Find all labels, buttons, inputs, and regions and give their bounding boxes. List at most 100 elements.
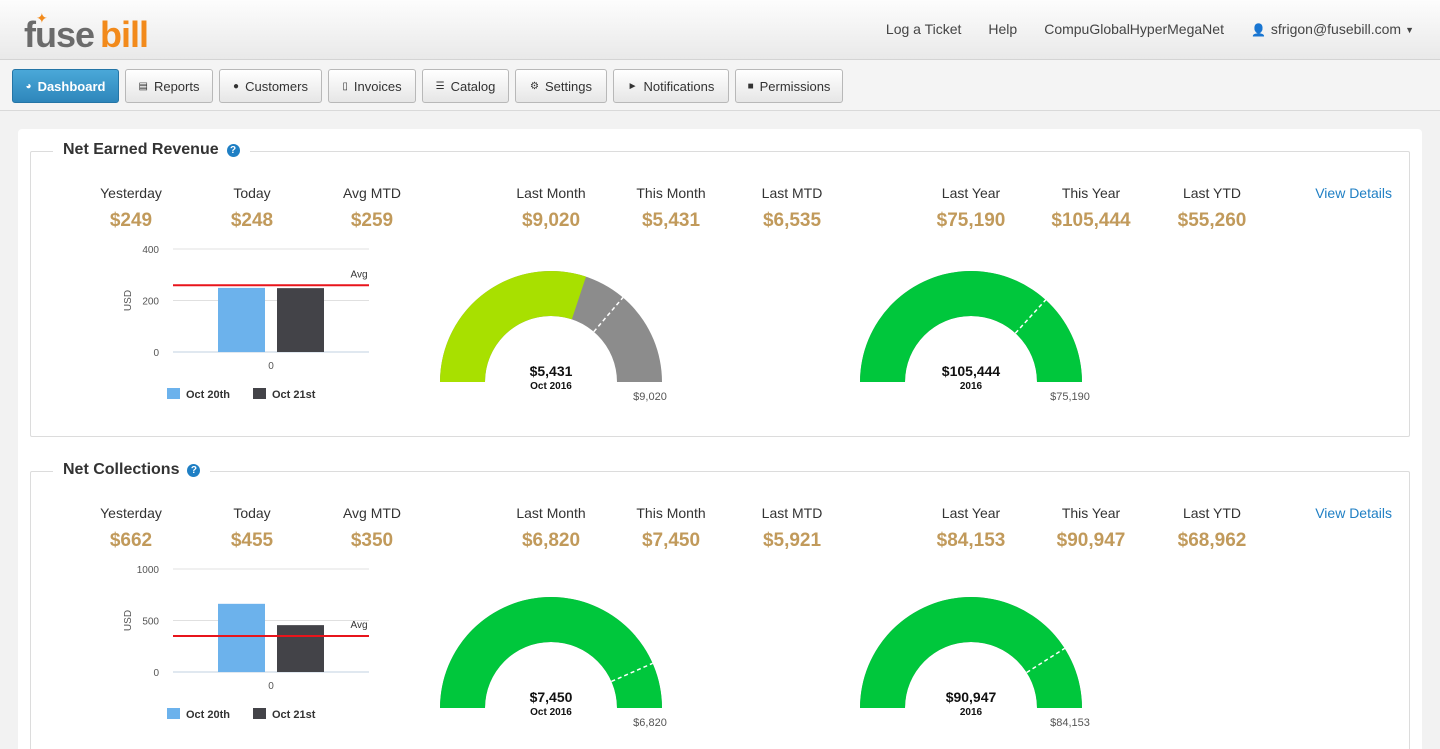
help-icon[interactable]: ? bbox=[226, 144, 240, 157]
nav-label: Permissions bbox=[759, 78, 831, 94]
panel-title: Net Collections? bbox=[53, 461, 211, 479]
nav-permissions-button[interactable]: ■ Permissions bbox=[735, 69, 843, 103]
nav-invoices-button[interactable]: ▯ Invoices bbox=[328, 69, 416, 103]
stat-value: $55,260 bbox=[1177, 210, 1247, 231]
nav-reports-button[interactable]: ▤ Reports bbox=[125, 69, 213, 103]
nav-label: Notifications bbox=[643, 78, 715, 94]
stat-value: $350 bbox=[350, 530, 394, 551]
nav-catalog-button[interactable]: ☰ Catalog bbox=[422, 69, 509, 103]
gauge-center-value: $5,431 bbox=[530, 363, 573, 379]
stat-value: $105,444 bbox=[1051, 210, 1131, 231]
stat-value: $7,450 bbox=[641, 530, 701, 551]
y-tick-label: 200 bbox=[142, 297, 159, 308]
gauge-chart: $90,947 2016 $84,153 bbox=[860, 597, 1090, 729]
user-icon: ● bbox=[233, 80, 240, 92]
nav-label: Customers bbox=[245, 78, 308, 94]
user-menu[interactable]: 👤 sfrigon@fusebill.com ▼ bbox=[1251, 21, 1414, 37]
stat-label: This Month bbox=[636, 185, 706, 201]
document-icon: ▯ bbox=[342, 80, 348, 92]
stat-label: Last Year bbox=[941, 185, 1001, 201]
logo-bill-text: bill bbox=[100, 14, 149, 55]
dashboard-content: Net Earned Revenue? Yesterday $249 Today $24… bbox=[18, 129, 1422, 749]
fusebill-logo[interactable]: ✦ fuse bill bbox=[24, 10, 164, 55]
view-details-link[interactable]: View Details bbox=[1315, 505, 1392, 521]
bar-oct-21st bbox=[277, 288, 324, 352]
nav-label: Dashboard bbox=[37, 78, 106, 94]
stat-label: Today bbox=[233, 505, 271, 521]
help-link[interactable]: Help bbox=[988, 21, 1017, 37]
nav-settings-button[interactable]: ⚙ Settings bbox=[515, 69, 607, 103]
avg-label: Avg bbox=[350, 269, 367, 280]
stat-value: $455 bbox=[230, 530, 274, 551]
stat-avg-mtd: Avg MTD $259 bbox=[312, 185, 432, 232]
gauge-center-sub: Oct 2016 bbox=[530, 707, 572, 718]
help-icon[interactable]: ? bbox=[187, 464, 201, 477]
nav-notifications-button[interactable]: ► Notifications bbox=[613, 69, 729, 103]
y-tick-label: 1000 bbox=[137, 565, 160, 576]
avg-label: Avg bbox=[350, 620, 367, 631]
bar-oct-20th bbox=[218, 287, 265, 352]
y-tick-label: 0 bbox=[153, 668, 159, 679]
dashboard-icon: ◕ bbox=[25, 80, 32, 92]
bar-chart: 0 200 400 USD 0 Avg Oct 20th Oct 21st bbox=[123, 245, 369, 401]
lock-icon: ■ bbox=[747, 80, 754, 92]
bar-oct-21st bbox=[277, 625, 324, 672]
gauge-chart: $105,444 2016 $75,190 bbox=[860, 271, 1090, 403]
stat-this-month: This Month $7,450 bbox=[611, 505, 731, 552]
stat-last-ytd: Last YTD $68,962 bbox=[1152, 505, 1272, 552]
nav-label: Invoices bbox=[353, 78, 402, 94]
stat-label: Last MTD bbox=[761, 505, 823, 521]
stat-last-year: Last Year $84,153 bbox=[911, 505, 1031, 552]
log-ticket-link[interactable]: Log a Ticket bbox=[886, 21, 962, 37]
stat-value: $68,962 bbox=[1177, 530, 1247, 551]
stat-last-year: Last Year $75,190 bbox=[911, 185, 1031, 232]
gauge-max-label: $84,153 bbox=[1050, 717, 1090, 729]
stat-label: Last Month bbox=[516, 185, 586, 201]
stat-value: $5,921 bbox=[762, 530, 822, 551]
stat-today: Today $248 bbox=[192, 185, 312, 232]
gauge-max-label: $75,190 bbox=[1050, 391, 1090, 403]
stat-this-month: This Month $5,431 bbox=[611, 185, 731, 232]
stat-value: $249 bbox=[109, 210, 153, 231]
panel-title-text: Net Collections bbox=[63, 461, 180, 478]
gears-icon: ⚙ bbox=[530, 80, 539, 92]
y-axis-label: USD bbox=[123, 290, 134, 311]
legend-swatch bbox=[167, 708, 180, 719]
nav-customers-button[interactable]: ● Customers bbox=[219, 69, 322, 103]
stat-yesterday: Yesterday $249 bbox=[71, 185, 191, 232]
gauge-center-sub: 2016 bbox=[960, 381, 983, 392]
stat-value: $6,820 bbox=[521, 530, 581, 551]
bar-oct-20th bbox=[218, 603, 265, 672]
stat-value: $662 bbox=[109, 530, 153, 551]
y-tick-label: 0 bbox=[153, 348, 159, 359]
company-link[interactable]: CompuGlobalHyperMegaNet bbox=[1044, 21, 1224, 37]
gauge-max-label: $6,820 bbox=[633, 717, 667, 729]
stat-label: This Year bbox=[1061, 185, 1121, 201]
stat-yesterday: Yesterday $662 bbox=[71, 505, 191, 552]
gauge-center-sub: 2016 bbox=[960, 707, 983, 718]
stat-label: Today bbox=[233, 185, 271, 201]
legend-swatch bbox=[253, 708, 266, 719]
gauge-chart: $5,431 Oct 2016 $9,020 bbox=[440, 271, 667, 403]
stat-last-ytd: Last YTD $55,260 bbox=[1152, 185, 1272, 232]
view-details-link[interactable]: View Details bbox=[1315, 185, 1392, 201]
nav-dashboard-button[interactable]: ◕ Dashboard bbox=[12, 69, 119, 103]
legend-label: Oct 21st bbox=[272, 709, 316, 721]
stat-label: This Month bbox=[636, 505, 706, 521]
panel-title-text: Net Earned Revenue bbox=[63, 141, 219, 158]
stat-last-mtd: Last MTD $6,535 bbox=[732, 185, 852, 232]
stat-value: $6,535 bbox=[762, 210, 822, 231]
y-tick-label: 500 bbox=[142, 617, 159, 628]
stat-label: Yesterday bbox=[100, 505, 162, 521]
stat-label: Last YTD bbox=[1182, 505, 1242, 521]
stat-avg-mtd: Avg MTD $350 bbox=[312, 505, 432, 552]
nav-label: Settings bbox=[544, 78, 592, 94]
nav-label: Catalog bbox=[450, 78, 496, 94]
stat-value: $259 bbox=[350, 210, 394, 231]
stat-last-month: Last Month $9,020 bbox=[491, 185, 611, 232]
legend-swatch bbox=[167, 388, 180, 399]
list-icon: ☰ bbox=[435, 80, 445, 92]
stat-value: $5,431 bbox=[641, 210, 701, 231]
stat-label: Avg MTD bbox=[342, 185, 402, 201]
panel-title: Net Earned Revenue? bbox=[53, 141, 250, 159]
